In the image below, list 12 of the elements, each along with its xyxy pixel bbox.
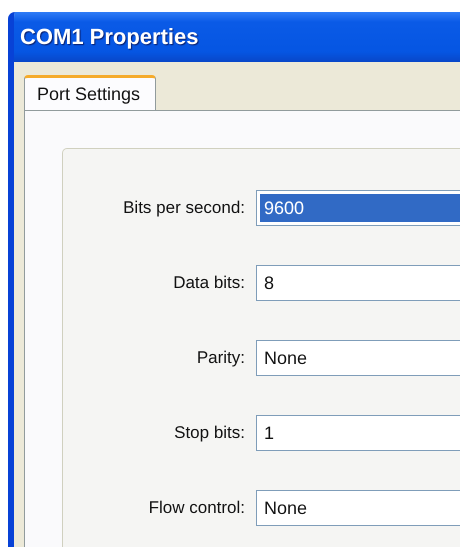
combo-field[interactable]: 9600 xyxy=(256,190,460,226)
field-label: Data bits: xyxy=(172,273,245,293)
combo-field[interactable]: None xyxy=(256,340,460,376)
window-title: COM1 Properties xyxy=(20,24,198,50)
field-label: Flow control: xyxy=(148,498,245,518)
combo-field[interactable]: 8 xyxy=(256,265,460,301)
field-label: Stop bits: xyxy=(173,423,245,443)
field-label: Parity: xyxy=(196,348,245,368)
tab[interactable]: Port Settings xyxy=(24,75,156,110)
field-label: Bits per second: xyxy=(122,198,245,218)
combo-field[interactable]: 1 xyxy=(256,415,460,451)
combo-field[interactable]: None xyxy=(256,490,460,526)
